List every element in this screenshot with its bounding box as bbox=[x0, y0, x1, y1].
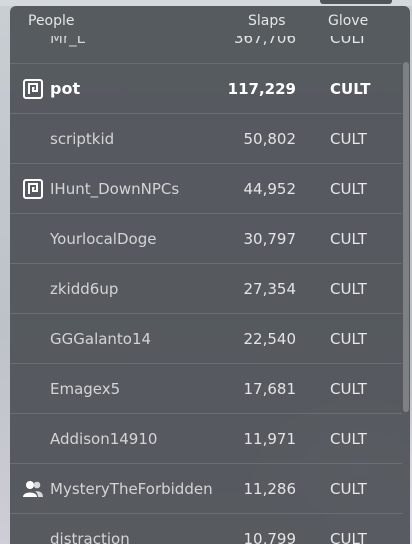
player-rows: Mr_L 367,706 CULT pot 117,229 CULT scriptkid 50… bbox=[10, 36, 402, 544]
player-row[interactable]: Mr_L 367,706 CULT bbox=[10, 36, 402, 63]
player-name: Emagex5 bbox=[50, 380, 121, 398]
scrollbar-thumb[interactable] bbox=[403, 62, 409, 412]
player-name: MysteryTheForbidden bbox=[50, 480, 213, 498]
player-glove: CULT bbox=[330, 130, 367, 148]
header-slaps: Slaps bbox=[248, 13, 286, 29]
player-glove: CULT bbox=[330, 380, 367, 398]
player-name: GGGalanto14 bbox=[50, 330, 152, 348]
player-name: zkidd6up bbox=[50, 280, 119, 298]
player-slaps: 117,229 bbox=[227, 80, 296, 98]
player-slaps: 367,706 bbox=[233, 36, 296, 47]
premium-icon bbox=[23, 79, 43, 99]
player-glove: CULT bbox=[330, 80, 371, 98]
player-glove: CULT bbox=[330, 230, 367, 248]
player-slaps: 11,286 bbox=[243, 480, 297, 498]
friends-icon bbox=[23, 479, 43, 499]
player-list-panel: People Slaps Glove Mr_L 367,706 CULT pot 117… bbox=[10, 6, 410, 544]
scrollbar[interactable] bbox=[402, 62, 410, 544]
player-name: Addison14910 bbox=[50, 430, 158, 448]
player-slaps: 11,971 bbox=[243, 430, 297, 448]
player-glove: CULT bbox=[330, 330, 367, 348]
player-row[interactable]: distraction 10,799 CULT bbox=[10, 513, 402, 544]
player-row[interactable]: zkidd6up 27,354 CULT bbox=[10, 263, 402, 313]
player-row[interactable]: GGGalanto14 22,540 CULT bbox=[10, 313, 402, 363]
player-row[interactable]: scriptkid 50,802 CULT bbox=[10, 113, 402, 163]
premium-icon bbox=[23, 179, 43, 199]
header-people: People bbox=[28, 13, 75, 29]
player-row[interactable]: IHunt_DownNPCs 44,952 CULT bbox=[10, 163, 402, 213]
player-glove: CULT bbox=[330, 36, 367, 47]
player-glove: CULT bbox=[330, 430, 367, 448]
player-slaps: 30,797 bbox=[243, 230, 297, 248]
player-slaps: 50,802 bbox=[243, 130, 297, 148]
player-slaps: 27,354 bbox=[243, 280, 297, 298]
player-name: Mr_L bbox=[50, 36, 85, 47]
player-name: scriptkid bbox=[50, 130, 115, 148]
player-row[interactable]: pot 117,229 CULT bbox=[10, 63, 402, 113]
player-glove: CULT bbox=[330, 180, 367, 198]
player-slaps: 22,540 bbox=[243, 330, 297, 348]
player-name: distraction bbox=[50, 530, 130, 544]
player-slaps: 17,681 bbox=[243, 380, 297, 398]
player-glove: CULT bbox=[330, 280, 367, 298]
player-name: pot bbox=[50, 79, 81, 98]
player-slaps: 44,952 bbox=[243, 180, 297, 198]
player-row[interactable]: Emagex5 17,681 CULT bbox=[10, 363, 402, 413]
player-slaps: 10,799 bbox=[243, 530, 297, 544]
player-row[interactable]: YourlocalDoge 30,797 CULT bbox=[10, 213, 402, 263]
header-glove: Glove bbox=[328, 13, 369, 29]
player-row[interactable]: MysteryTheForbidden 11,286 CULT bbox=[10, 463, 402, 513]
top-bar-handle bbox=[320, 0, 392, 4]
player-name: YourlocalDoge bbox=[50, 230, 157, 248]
player-row[interactable]: Addison14910 11,971 CULT bbox=[10, 413, 402, 463]
player-list-header: People Slaps Glove bbox=[10, 6, 410, 36]
player-name: IHunt_DownNPCs bbox=[50, 180, 180, 198]
player-glove: CULT bbox=[330, 530, 367, 544]
player-glove: CULT bbox=[330, 480, 367, 498]
